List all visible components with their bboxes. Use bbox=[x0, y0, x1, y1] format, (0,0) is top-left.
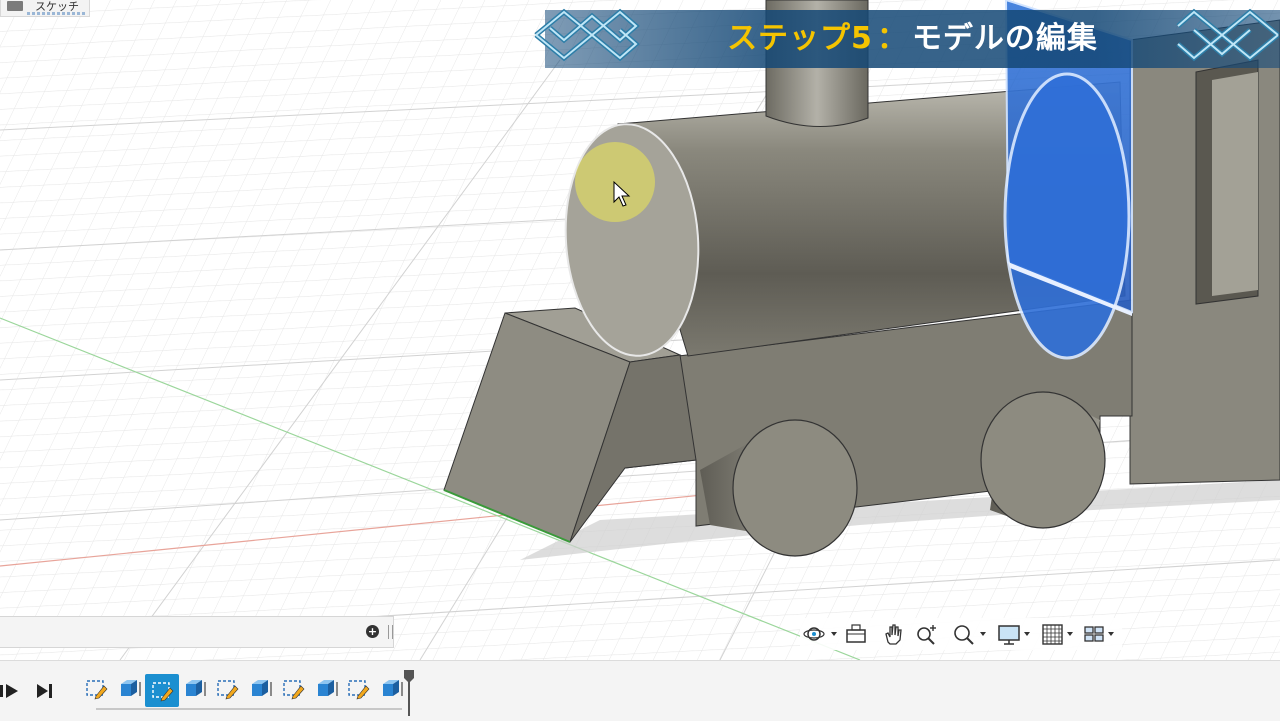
extrude-feature-icon[interactable] bbox=[117, 676, 141, 700]
extrude-feature-icon[interactable] bbox=[182, 676, 206, 700]
viewports-icon[interactable] bbox=[1082, 622, 1120, 646]
banner-ornament-right-icon bbox=[1176, 8, 1280, 62]
banner-ornament-left-icon bbox=[534, 8, 640, 62]
banner-step-label: ステップ5 bbox=[727, 21, 873, 56]
sketch-feature-icon[interactable] bbox=[346, 676, 370, 700]
sketch-browser-tag[interactable]: スケッチ bbox=[0, 0, 90, 17]
play-icon[interactable] bbox=[0, 681, 22, 701]
extrude-feature-icon[interactable] bbox=[379, 676, 403, 700]
pan-icon[interactable] bbox=[880, 622, 906, 646]
look-at-icon[interactable] bbox=[844, 622, 870, 646]
plus-circle-icon[interactable]: + bbox=[366, 625, 379, 638]
sketch-tag-stripe bbox=[27, 12, 85, 15]
extrude-feature-icon[interactable] bbox=[314, 676, 338, 700]
sketch-folder-icon bbox=[7, 1, 23, 11]
sketch-feature-icon[interactable] bbox=[84, 676, 108, 700]
sketch-feature-icon[interactable] bbox=[215, 676, 239, 700]
display-settings-icon[interactable] bbox=[996, 622, 1036, 646]
timeline-marker-icon[interactable] bbox=[404, 670, 414, 716]
step-forward-end-icon[interactable] bbox=[34, 681, 56, 701]
zoom-icon[interactable] bbox=[914, 622, 940, 646]
navigation-bar bbox=[800, 618, 1122, 650]
fit-icon[interactable] bbox=[950, 622, 990, 646]
grip-icon[interactable] bbox=[388, 625, 393, 639]
sketch-feature-icon[interactable] bbox=[281, 676, 305, 700]
timeline-track bbox=[96, 708, 402, 710]
sketch-feature-icon[interactable] bbox=[145, 674, 179, 707]
banner-title: ステップ5：モデルの編集 bbox=[545, 10, 1280, 68]
step-banner: ステップ5：モデルの編集 bbox=[545, 10, 1280, 68]
grid-settings-icon[interactable] bbox=[1040, 622, 1078, 646]
extrude-feature-icon[interactable] bbox=[248, 676, 272, 700]
cab-body bbox=[1129, 19, 1280, 485]
3d-viewport[interactable]: スケッチ ステップ5：モデルの編集 + bbox=[0, 0, 1280, 660]
orbit-icon[interactable] bbox=[802, 622, 840, 646]
comments-bar: + bbox=[0, 616, 394, 648]
banner-title-text: モデルの編集 bbox=[911, 21, 1098, 56]
cursor-highlight bbox=[575, 142, 655, 222]
model-canvas[interactable] bbox=[0, 0, 1280, 660]
banner-separator: ： bbox=[876, 21, 908, 56]
rear-wheel bbox=[980, 391, 1106, 529]
